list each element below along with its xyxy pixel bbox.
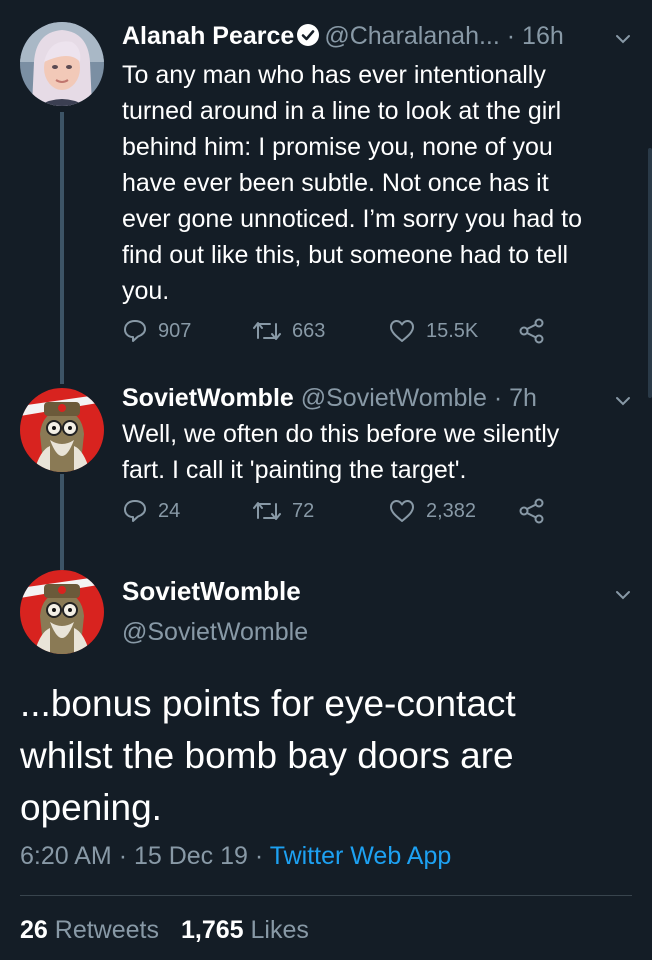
tweet-text-line: behind him: I promise you, none of you [122, 133, 553, 161]
author-name[interactable]: SovietWomble [122, 576, 301, 607]
like-total: 1,765 [180, 916, 244, 944]
retweet-count: 72 [292, 499, 315, 522]
source-app-link[interactable]: Twitter Web App [270, 842, 452, 870]
like-icon [390, 320, 414, 342]
tweet-content: SovietWomble @SovietWomble · 7h Well, we… [122, 380, 632, 488]
share-icon [519, 318, 544, 344]
divider [20, 895, 632, 896]
author-name[interactable]: Alanah Pearce [122, 22, 294, 50]
tweet-text-line: you. [122, 277, 170, 305]
timestamp[interactable]: 7h [509, 384, 537, 412]
retweet-icon [253, 502, 281, 520]
retweets-stat[interactable]: 26 Retweets [20, 916, 159, 944]
tweet-meta: 6:20 AM · 15 Dec 19 · Twitter Web App [20, 842, 451, 871]
tweet-actions: 24 72 2,382 [122, 498, 632, 538]
like-button[interactable]: 2,382 [388, 498, 476, 524]
likes-stat[interactable]: 1,765 Likes [181, 916, 309, 944]
verified-icon [296, 21, 320, 57]
retweet-icon [253, 322, 281, 340]
reply-icon [124, 500, 146, 522]
chevron-down-icon[interactable] [612, 28, 634, 50]
retweet-button[interactable]: 72 [252, 498, 314, 524]
thread-line [60, 474, 64, 570]
tweet-text-line: have ever been subtle. Not once has it [122, 169, 549, 197]
tweet-text-line: ...bonus points for eye-contact [20, 683, 516, 724]
retweets-label: Retweets [54, 916, 159, 944]
tweet-text-line: whilst the bomb bay doors are [20, 735, 514, 776]
tweet-header: SovietWomble @SovietWomble · 7h [122, 380, 632, 416]
tweet-text-line: fart. I call it 'painting the target'. [122, 456, 467, 484]
tweet-stats: 26 Retweets 1,765 Likes [20, 916, 309, 945]
avatar[interactable] [20, 388, 104, 472]
author-handle[interactable]: @SovietWomble [301, 384, 487, 412]
tweet-actions: 907 663 15.5K [122, 318, 632, 358]
separator: · [506, 22, 516, 50]
like-button[interactable]: 15.5K [388, 318, 478, 344]
separator: · [118, 842, 128, 870]
like-icon [390, 500, 414, 522]
thread-line [60, 112, 64, 384]
likes-label: Likes [250, 916, 309, 944]
author-handle[interactable]: @SovietWomble [122, 618, 308, 647]
chevron-down-icon[interactable] [612, 390, 634, 412]
separator: · [493, 384, 503, 412]
tweet-header: Alanah Pearce @Charalanah... · 16h [122, 18, 632, 57]
tweet-text: To any man who has ever intentionally tu… [122, 57, 632, 309]
tweet-text-line: find out like this, but someone had to t… [122, 241, 569, 269]
reply-icon [124, 320, 146, 342]
chevron-down-icon[interactable] [612, 584, 634, 606]
tweet-text-line: Well, we often do this before we silentl… [122, 420, 560, 448]
scrollbar[interactable] [648, 148, 652, 398]
author-handle[interactable]: @Charalanah... [324, 22, 499, 50]
reply-button[interactable]: 24 [122, 498, 180, 524]
share-button[interactable] [518, 318, 556, 344]
tweet-content: Alanah Pearce @Charalanah... · 16h To any… [122, 18, 632, 309]
tweet-text-line: ever gone unnoticed. I’m sorry you had t… [122, 205, 582, 233]
retweet-total: 26 [20, 916, 48, 944]
avatar[interactable] [20, 22, 104, 106]
author-name[interactable]: SovietWomble [122, 384, 294, 412]
tweet-text-line: opening. [20, 787, 162, 828]
timestamp[interactable]: 16h [522, 22, 564, 50]
like-count: 2,382 [426, 499, 477, 522]
tweet-text-line: To any man who has ever intentionally [122, 61, 546, 89]
tweet-time: 6:20 AM [20, 842, 112, 870]
tweet-date: 15 Dec 19 [133, 842, 248, 870]
retweet-count: 663 [292, 319, 326, 342]
tweet-thread-page: Alanah Pearce @Charalanah... · 16h To any… [0, 0, 652, 960]
reply-button[interactable]: 907 [122, 318, 191, 344]
reply-count: 907 [158, 319, 192, 342]
share-icon [519, 498, 544, 524]
tweet-text: Well, we often do this before we silentl… [122, 416, 632, 488]
like-count: 15.5K [426, 319, 479, 342]
tweet-text: ...bonus points for eye-contact whilst t… [20, 678, 622, 834]
reply-count: 24 [158, 499, 181, 522]
separator: · [254, 842, 264, 870]
tweet-text-line: turned around in a line to look at the g… [122, 97, 562, 125]
avatar[interactable] [20, 570, 104, 654]
share-button[interactable] [518, 498, 556, 524]
retweet-button[interactable]: 663 [252, 318, 325, 344]
